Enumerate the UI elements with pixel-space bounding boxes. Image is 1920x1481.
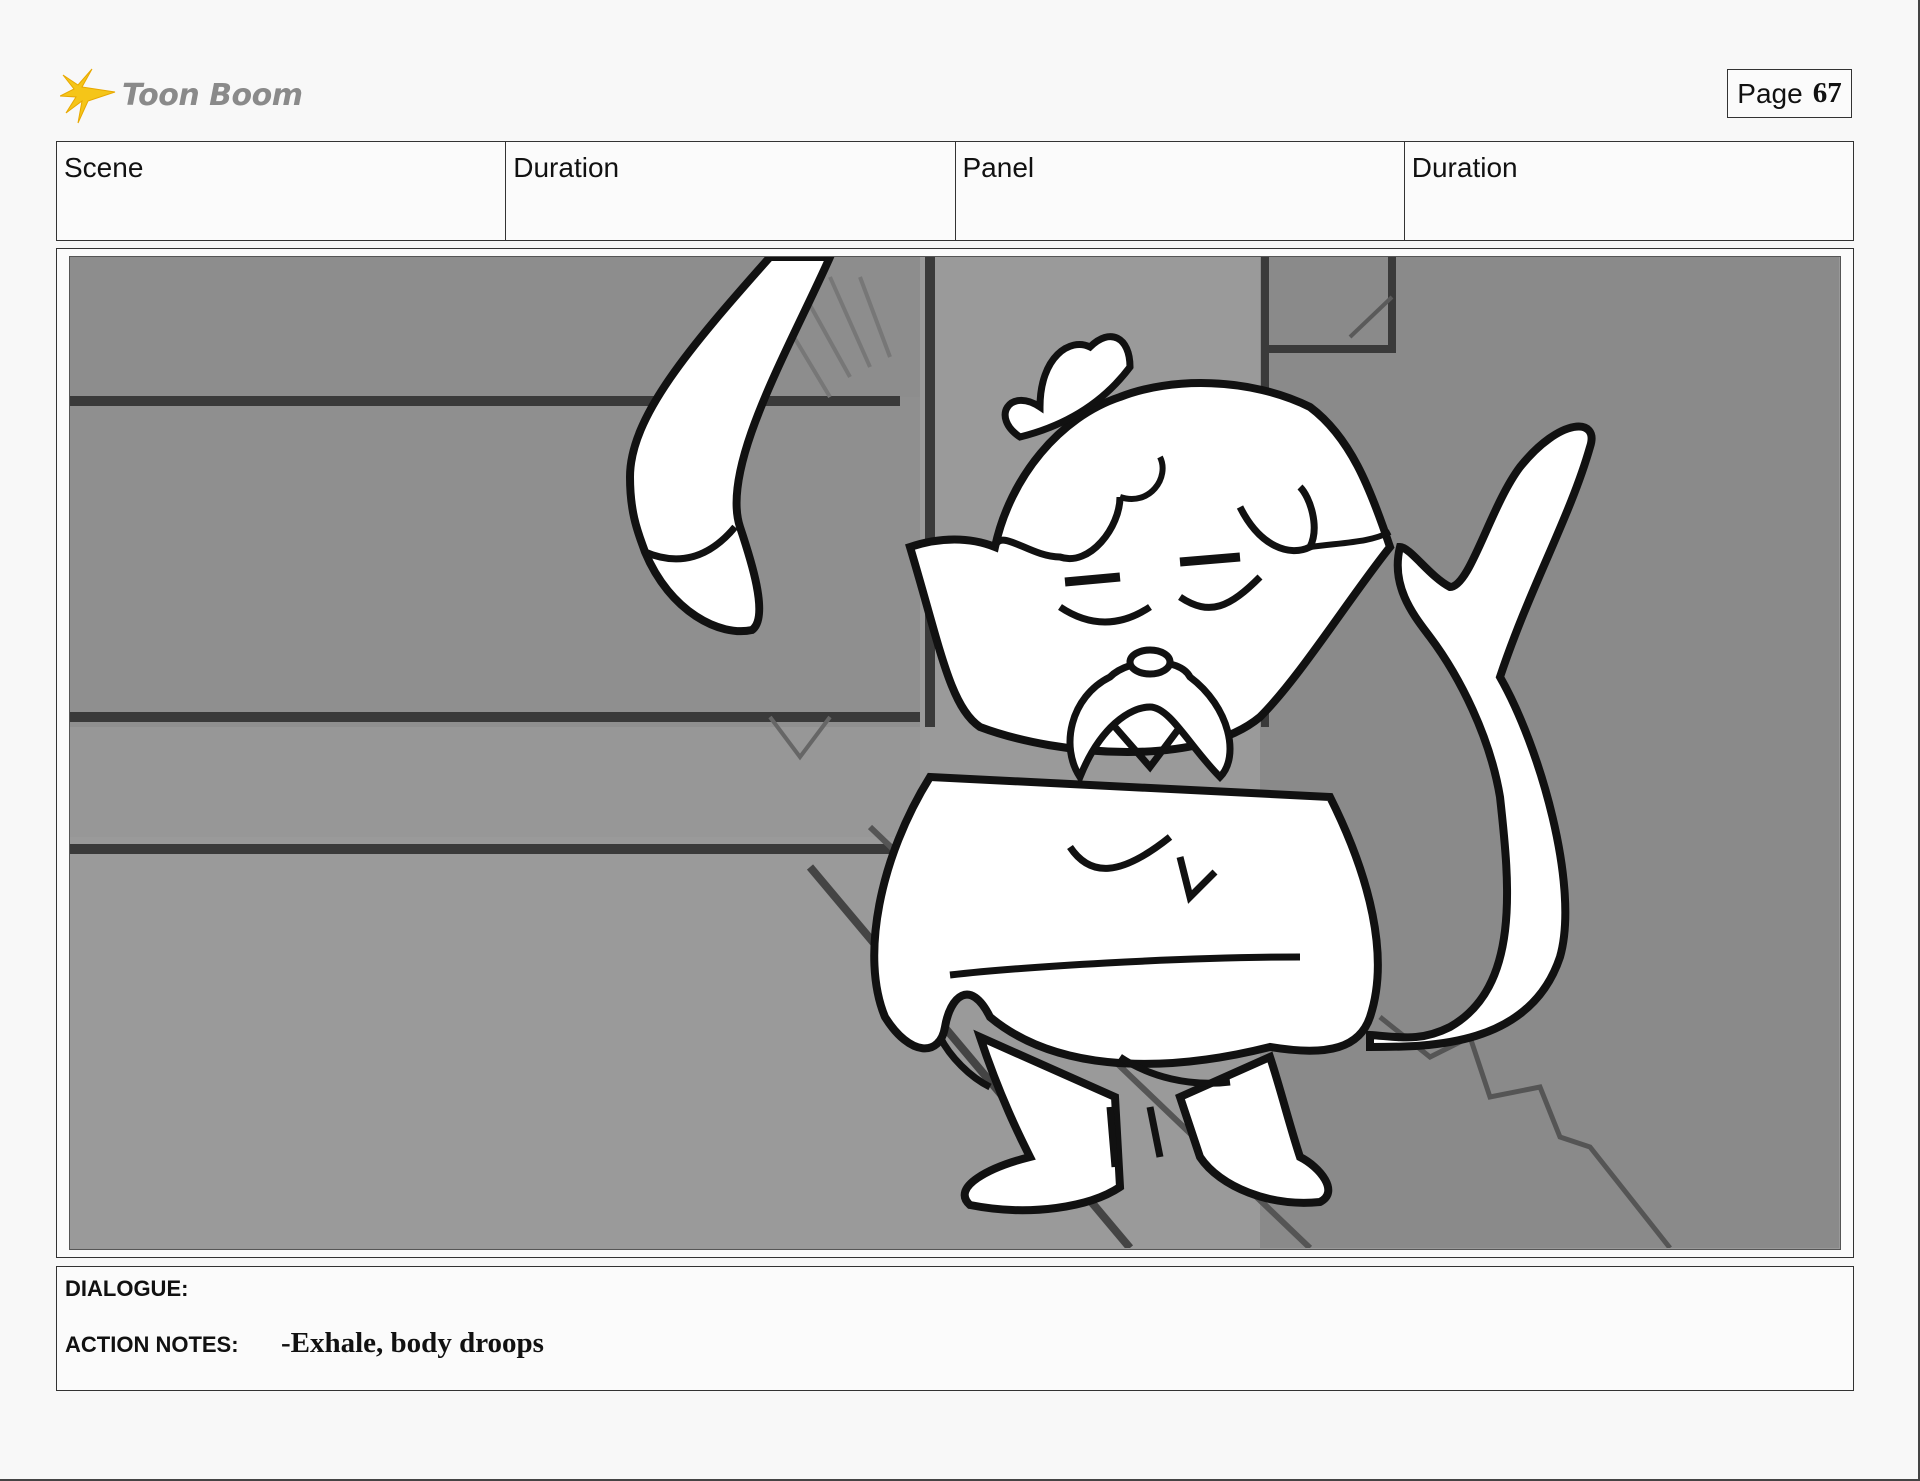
dialogue-label: DIALOGUE:: [65, 1276, 189, 1301]
page-label: Page: [1737, 77, 1803, 109]
panel-info-table: Scene Duration Panel Duration: [56, 141, 1854, 241]
starburst-icon: [60, 68, 116, 124]
page-number: 67: [1812, 77, 1842, 109]
scene-duration-cell: Duration: [506, 142, 956, 240]
page-indicator: Page 67: [1727, 69, 1852, 118]
toon-boom-logo: Toon Boom: [60, 64, 303, 126]
panel-duration-cell: Duration: [1411, 152, 1518, 183]
scene-cell: Scene: [57, 142, 507, 240]
action-notes-label: ACTION NOTES:: [65, 1332, 239, 1357]
logo-text: Toon Boom: [122, 77, 303, 113]
background-set: [70, 257, 1839, 1248]
panel-cell: Panel: [956, 142, 1405, 240]
action-notes-text: -Exhale, body droops: [281, 1327, 544, 1359]
storyboard-panel-image: [69, 256, 1841, 1250]
panel-notes: DIALOGUE: ACTION NOTES: -Exhale, body dr…: [56, 1266, 1854, 1391]
